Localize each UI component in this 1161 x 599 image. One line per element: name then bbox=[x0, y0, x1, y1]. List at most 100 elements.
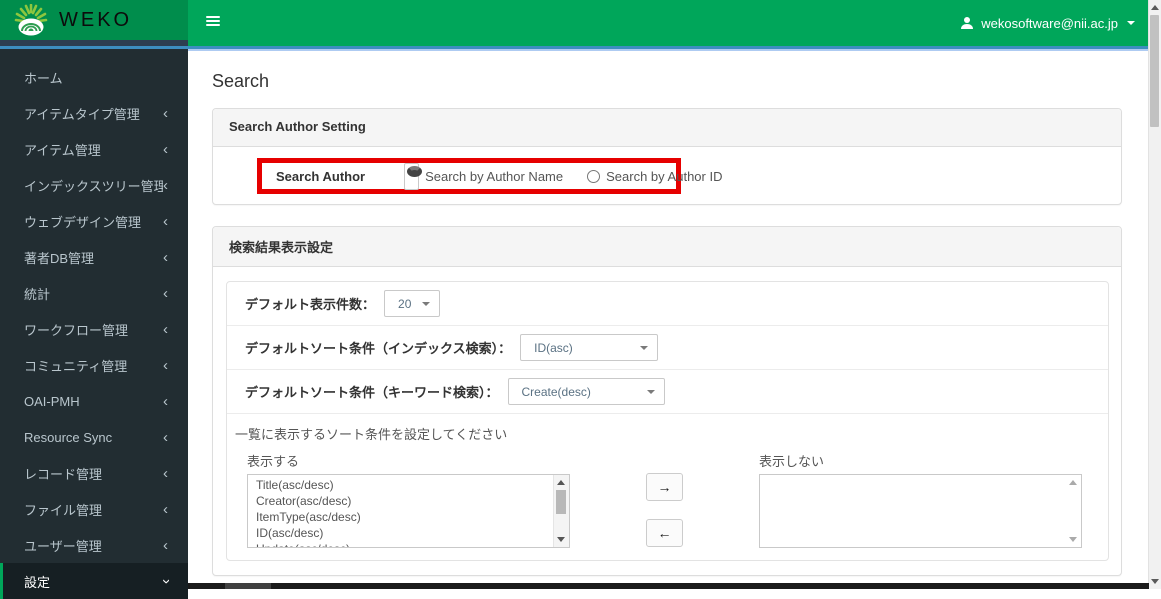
radio-unselected-icon[interactable] bbox=[587, 169, 601, 183]
search-author-panel-title: Search Author Setting bbox=[213, 109, 1121, 147]
search-author-panel: Search Author Setting Search Author Sear… bbox=[212, 108, 1122, 205]
top-navbar: wekosoftware@nii.ac.jp bbox=[188, 0, 1161, 46]
chevron-left-icon: ‹ bbox=[163, 212, 168, 230]
scroll-down-icon[interactable] bbox=[1151, 579, 1159, 584]
arrow-right-icon: → bbox=[657, 479, 672, 495]
chevron-left-icon: ‹ bbox=[163, 500, 168, 518]
default-sort-keyword-value: Create(desc) bbox=[521, 384, 591, 399]
brand[interactable]: WEKO bbox=[0, 0, 188, 40]
hide-column: 表示しない bbox=[759, 449, 1082, 548]
horizontal-scroll-thumb[interactable] bbox=[225, 583, 271, 589]
sidebar-item-label: インデックスツリー管理 bbox=[24, 178, 163, 194]
chevron-down-icon: ‹ bbox=[157, 578, 174, 584]
sidebar-item-label: OAI-PMH bbox=[24, 393, 80, 409]
scroll-down-icon bbox=[1069, 537, 1077, 542]
display-list-label: 表示する bbox=[247, 454, 300, 469]
chevron-left-icon: ‹ bbox=[163, 536, 168, 554]
sidebar-item-label: ウェブデザイン管理 bbox=[24, 214, 142, 230]
list-item[interactable]: ItemType(asc/desc) bbox=[256, 509, 569, 525]
sidebar-item-web-design[interactable]: ウェブデザイン管理 ‹ bbox=[0, 203, 188, 239]
sidebar-item-record[interactable]: レコード管理 ‹ bbox=[0, 455, 188, 491]
sidebar-item-label: ユーザー管理 bbox=[24, 538, 102, 554]
scroll-thumb[interactable] bbox=[556, 490, 566, 514]
sidebar-item-user[interactable]: ユーザー管理 ‹ bbox=[0, 527, 188, 563]
dual-list-area: 表示する Title(asc/desc) Creator(asc/desc) Ite… bbox=[227, 447, 1108, 560]
list-item[interactable]: Creator(asc/desc) bbox=[256, 493, 569, 509]
radio-option[interactable]: Search by Author ID bbox=[587, 169, 722, 184]
default-sort-keyword-row: デフォルトソート条件（キーワード検索）： Create(desc) bbox=[227, 370, 1108, 414]
top-header: WEKO wekosoftware@nii.ac.jp bbox=[0, 0, 1161, 46]
chevron-left-icon: ‹ bbox=[163, 104, 168, 122]
list-item[interactable]: Title(asc/desc) bbox=[256, 477, 569, 493]
chevron-left-icon: ‹ bbox=[163, 464, 168, 482]
listbox-scrollbar-disabled bbox=[1066, 475, 1079, 547]
chevron-left-icon: ‹ bbox=[163, 284, 168, 302]
hide-list-label: 表示しない bbox=[759, 454, 825, 469]
move-buttons: → ← bbox=[646, 473, 683, 547]
sidebar-item-settings[interactable]: 設定 ‹ bbox=[0, 563, 188, 599]
sort-condition-hint: 一覧に表示するソート条件を設定してください bbox=[235, 427, 508, 442]
search-author-panel-body: Search Author Search by Author Name Searc… bbox=[213, 158, 1121, 194]
brand-column: WEKO bbox=[0, 0, 188, 46]
default-sort-index-label: デフォルトソート条件（インデックス検索）： bbox=[245, 341, 512, 356]
chevron-left-icon: ‹ bbox=[163, 320, 168, 338]
sidebar-item-oai-pmh[interactable]: OAI-PMH ‹ bbox=[0, 383, 188, 419]
search-author-label: Search Author bbox=[276, 168, 366, 184]
default-display-count-label: デフォルト表示件数： bbox=[245, 297, 376, 312]
default-sort-index-select[interactable]: ID(asc) bbox=[520, 334, 659, 361]
sidebar-item-label: Resource Sync bbox=[24, 429, 113, 445]
list-item[interactable]: Update(asc/desc) bbox=[256, 541, 569, 547]
vertical-scroll-thumb[interactable] bbox=[1150, 15, 1159, 127]
sidebar-toggle-button[interactable] bbox=[206, 16, 220, 28]
default-sort-keyword-label: デフォルトソート条件（キーワード検索）： bbox=[245, 385, 499, 400]
sidebar-item-item[interactable]: アイテム管理 ‹ bbox=[0, 131, 188, 167]
sidebar-item-file[interactable]: ファイル管理 ‹ bbox=[0, 491, 188, 527]
scroll-down-icon[interactable] bbox=[557, 537, 565, 542]
sidebar-item-workflow[interactable]: ワークフロー管理 ‹ bbox=[0, 311, 188, 347]
chevron-left-icon: ‹ bbox=[163, 176, 168, 194]
default-display-count-select[interactable]: 20 bbox=[384, 290, 441, 317]
listbox-scrollbar[interactable] bbox=[553, 475, 569, 547]
move-right-button[interactable]: → bbox=[646, 473, 683, 501]
default-sort-keyword-select[interactable]: Create(desc) bbox=[507, 378, 665, 405]
sidebar-item-author-db[interactable]: 著者DB管理 ‹ bbox=[0, 239, 188, 275]
sidebar-item-community[interactable]: コミュニティ管理 ‹ bbox=[0, 347, 188, 383]
hide-listbox[interactable] bbox=[759, 474, 1082, 548]
list-item[interactable]: ID(asc/desc) bbox=[256, 525, 569, 541]
sidebar-menu: ホーム アイテムタイプ管理 ‹ アイテム管理 ‹ インデックスツリー管理 ‹ ウェブデザイン管… bbox=[0, 49, 188, 599]
sidebar-item-statistics[interactable]: 統計 ‹ bbox=[0, 275, 188, 311]
vertical-scrollbar[interactable] bbox=[1148, 0, 1161, 589]
sidebar-item-home[interactable]: ホーム bbox=[0, 59, 188, 95]
header-underline-light bbox=[188, 49, 1161, 51]
display-listbox[interactable]: Title(asc/desc) Creator(asc/desc) ItemType… bbox=[247, 474, 570, 548]
display-list-items: Title(asc/desc) Creator(asc/desc) ItemType… bbox=[248, 475, 569, 547]
chevron-left-icon: ‹ bbox=[163, 392, 168, 410]
search-results-panel-title: 検索結果表示設定 bbox=[213, 227, 1121, 267]
search-author-options: Search by Author Name Search by Author ID bbox=[395, 162, 746, 190]
chevron-left-icon: ‹ bbox=[163, 248, 168, 266]
page-title: Search bbox=[212, 71, 270, 91]
annotation-highlight-box: Search Author Search by Author Name Searc… bbox=[257, 158, 722, 194]
default-sort-index-row: デフォルトソート条件（インデックス検索）： ID(asc) bbox=[227, 326, 1108, 370]
radio-option[interactable]: Search by Author Name bbox=[395, 162, 563, 190]
default-display-count-row: デフォルト表示件数： 20 bbox=[227, 282, 1108, 326]
scroll-up-icon[interactable] bbox=[1151, 5, 1159, 10]
sidebar-item-label: アイテム管理 bbox=[24, 142, 101, 158]
horizontal-scrollbar[interactable] bbox=[188, 583, 1149, 589]
search-results-panel-body: デフォルト表示件数： 20 デフォルトソート条件（インデックス検索）： ID(a… bbox=[213, 267, 1121, 575]
sidebar-item-label: 著者DB管理 bbox=[24, 250, 95, 266]
move-left-button[interactable]: ← bbox=[646, 519, 683, 547]
scroll-up-icon bbox=[1069, 480, 1077, 485]
sidebar-item-index-tree[interactable]: インデックスツリー管理 ‹ bbox=[0, 167, 188, 203]
sidebar-item-resource-sync[interactable]: Resource Sync ‹ bbox=[0, 419, 188, 455]
scroll-up-icon[interactable] bbox=[557, 480, 565, 485]
radio-selected-icon[interactable] bbox=[404, 162, 423, 190]
default-display-count-value: 20 bbox=[398, 296, 412, 311]
chevron-left-icon: ‹ bbox=[163, 428, 168, 446]
search-results-panel: 検索結果表示設定 デフォルト表示件数： 20 デフォルトソート条件（インデックス… bbox=[212, 226, 1122, 576]
sidebar-item-label: 統計 bbox=[24, 286, 51, 302]
user-menu[interactable]: wekosoftware@nii.ac.jp bbox=[960, 0, 1135, 46]
sidebar-item-item-type[interactable]: アイテムタイプ管理 ‹ bbox=[0, 95, 188, 131]
user-email: wekosoftware@nii.ac.jp bbox=[981, 15, 1118, 31]
chevron-left-icon: ‹ bbox=[163, 140, 168, 158]
